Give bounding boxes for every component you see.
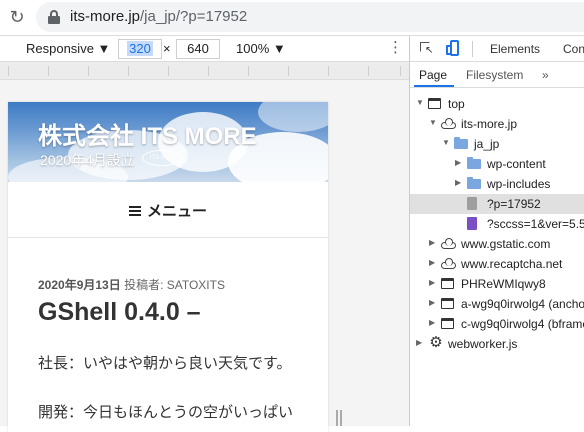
expand-arrow-icon[interactable]: ▼: [429, 118, 437, 127]
url-bar[interactable]: its-more.jp/ja_jp/?p=17952: [36, 2, 584, 32]
site-badge: ITS more: [142, 150, 182, 166]
site-title[interactable]: 株式会社 ITS MORE: [38, 116, 257, 151]
zoom-dropdown[interactable]: 100% ▼: [236, 41, 286, 56]
site-description: 2020年4月設立: [40, 152, 135, 168]
more-tabs-chevron[interactable]: »: [542, 68, 549, 82]
tree-item[interactable]: ▶ a-wg9q0irwolg4 (ancho: [410, 294, 584, 314]
active-subtab-indicator: [414, 85, 454, 87]
expand-arrow-icon[interactable]: ▼: [442, 138, 450, 147]
tree-item-label: wp-includes: [487, 177, 551, 191]
tree-item-label: top: [448, 97, 465, 111]
document-icon: [467, 197, 477, 210]
tree-item-label: ja_jp: [474, 137, 500, 151]
collapse-arrow-icon[interactable]: ▶: [429, 298, 435, 307]
tab-elements[interactable]: Elements: [490, 42, 540, 56]
script-icon: [467, 217, 477, 230]
devtools-panel: ↖ Elements Con Page Filesystem » ▼ top ▼ it…: [409, 36, 584, 426]
inspect-element-icon[interactable]: ↖: [420, 42, 434, 56]
tree-item-label: webworker.js: [448, 337, 518, 351]
site-header-image: 株式会社 ITS MORE 2020年4月設立 ITS more: [8, 102, 328, 182]
subtab-filesystem[interactable]: Filesystem: [466, 68, 523, 82]
tree-item[interactable]: ▼ its-more.jp: [410, 114, 584, 134]
tree-item[interactable]: ▶ www.gstatic.com: [410, 234, 584, 254]
collapse-arrow-icon[interactable]: ▶: [455, 158, 461, 167]
viewport-ruler: [0, 62, 409, 80]
tree-item[interactable]: ▶ c-wg9q0irwolg4 (bframe: [410, 314, 584, 334]
tree-item-label: PHReWMIqwy8: [461, 277, 546, 291]
device-toolbar-toggle-icon[interactable]: [446, 40, 460, 58]
url-host: its-more.jp: [70, 8, 141, 25]
menu-label: メニュー: [146, 203, 207, 220]
collapse-arrow-icon[interactable]: ▶: [429, 278, 435, 287]
collapse-arrow-icon[interactable]: ▶: [416, 338, 422, 347]
viewport-width-value: 320: [127, 41, 153, 56]
collapse-arrow-icon[interactable]: ▶: [429, 318, 435, 327]
tree-item-label: ?sccss=1&ver=5.5.: [487, 217, 584, 231]
cloud-icon: [441, 118, 456, 129]
tree-item-label: wp-content: [487, 157, 546, 171]
devtools-toolbar: ↖ Elements Con: [410, 36, 584, 62]
frame-icon: [428, 98, 441, 109]
lock-icon[interactable]: [48, 10, 60, 24]
menu-bar: メニュー: [8, 182, 328, 238]
frame-icon: [441, 298, 454, 309]
tree-item[interactable]: ▶ wp-content: [410, 154, 584, 174]
post-author[interactable]: 投稿者: SATOXITS: [124, 278, 225, 292]
device-mode-dropdown[interactable]: Responsive ▼: [26, 41, 110, 56]
tab-console[interactable]: Con: [563, 42, 584, 56]
tree-item[interactable]: ▼ ja_jp: [410, 134, 584, 154]
tree-item-label: ?p=17952: [487, 197, 541, 211]
tree-item[interactable]: ?p=17952: [410, 194, 584, 214]
collapse-arrow-icon[interactable]: ▶: [455, 178, 461, 187]
toolbar-divider: [472, 41, 473, 57]
frame-icon: [441, 318, 454, 329]
tree-item-label: c-wg9q0irwolg4 (bframe: [461, 317, 584, 331]
tree-item[interactable]: ▶ wp-includes: [410, 174, 584, 194]
tree-item-label: www.recaptcha.net: [461, 257, 563, 271]
dimension-separator: ×: [163, 41, 171, 56]
post-date[interactable]: 2020年9月13日: [38, 278, 121, 292]
url-text[interactable]: its-more.jp/ja_jp/?p=17952: [70, 8, 247, 25]
menu-button[interactable]: メニュー: [128, 200, 207, 221]
more-options-icon[interactable]: ⋮: [388, 38, 403, 56]
folder-icon: [454, 137, 468, 149]
cloud-icon: [441, 238, 456, 249]
folder-icon: [467, 157, 481, 169]
gear-icon: ⚙: [429, 334, 443, 351]
collapse-arrow-icon[interactable]: ▶: [429, 238, 435, 247]
post-paragraph: 開発：今日もほんとうの空がいっぱい: [38, 404, 294, 421]
tree-item-label: www.gstatic.com: [461, 237, 551, 251]
hamburger-icon: [128, 206, 141, 216]
post-paragraph: 社長：いやはや朝から良い天気です。: [38, 355, 292, 372]
post-meta: 2020年9月13日 投稿者: SATOXITS: [38, 276, 225, 293]
collapse-arrow-icon[interactable]: ▶: [429, 258, 435, 267]
reload-icon[interactable]: ↻: [6, 6, 28, 28]
folder-icon: [467, 177, 481, 189]
tree-item[interactable]: ▼ top: [410, 94, 584, 114]
viewport-resize-handle[interactable]: [336, 410, 344, 426]
tree-item[interactable]: ?sccss=1&ver=5.5.: [410, 214, 584, 234]
viewport-height-input[interactable]: 640: [176, 39, 220, 59]
url-path: /ja_jp/?p=17952: [140, 8, 248, 25]
tree-item[interactable]: ▶ PHReWMIqwy8: [410, 274, 584, 294]
browser-address-bar: ↻ its-more.jp/ja_jp/?p=17952: [0, 0, 584, 36]
tree-item-label: a-wg9q0irwolg4 (ancho: [461, 297, 584, 311]
frame-icon: [441, 278, 454, 289]
expand-arrow-icon[interactable]: ▼: [416, 98, 424, 107]
emulated-page: 株式会社 ITS MORE 2020年4月設立 ITS more メニュー 20…: [8, 102, 328, 432]
cloud-icon: [441, 258, 456, 269]
tree-item-label: its-more.jp: [461, 117, 518, 131]
tree-item[interactable]: ▶ ⚙ webworker.js: [410, 334, 584, 354]
device-viewport: 株式会社 ITS MORE 2020年4月設立 ITS more メニュー 20…: [0, 62, 409, 432]
sources-subtabs: Page Filesystem »: [410, 62, 584, 88]
device-toolbar: Responsive ▼ 320 × 640 100% ▼ ⋮: [0, 36, 409, 62]
subtab-page[interactable]: Page: [419, 68, 447, 82]
tree-item[interactable]: ▶ www.recaptcha.net: [410, 254, 584, 274]
post-title[interactable]: GShell 0.4.0 –: [38, 298, 201, 327]
viewport-width-input[interactable]: 320: [118, 39, 162, 59]
